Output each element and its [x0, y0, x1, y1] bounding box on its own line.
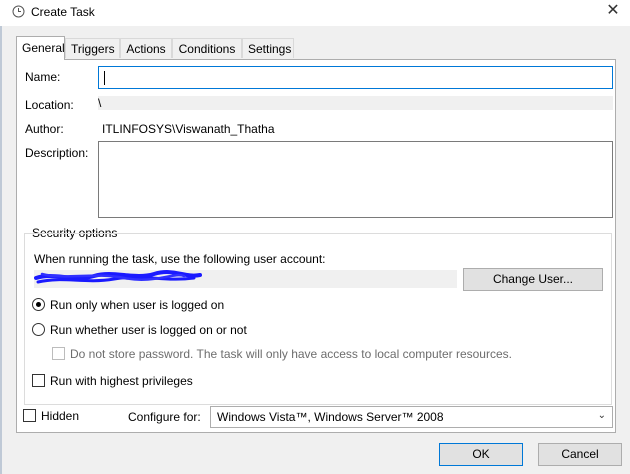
configure-for-select[interactable]: Windows Vista™, Windows Server™ 2008 ⌄: [210, 406, 613, 428]
location-field: [98, 96, 613, 110]
radio-dot: [36, 302, 41, 307]
run-logged-on-radio[interactable]: [32, 298, 45, 311]
ok-button[interactable]: OK: [439, 443, 523, 466]
tab-label: Settings: [248, 42, 292, 56]
tab-label: General: [22, 41, 65, 55]
account-prompt: When running the task, use the following…: [34, 252, 326, 266]
no-store-password-checkbox[interactable]: [52, 347, 65, 360]
configure-for-value: Windows Vista™, Windows Server™ 2008: [217, 410, 444, 424]
description-textarea[interactable]: [98, 141, 613, 218]
configure-for-label: Configure for:: [128, 410, 201, 424]
author-label: Author:: [25, 122, 64, 136]
name-input[interactable]: [98, 66, 613, 89]
name-label: Name:: [25, 70, 61, 84]
window-title: Create Task: [31, 5, 95, 19]
run-whether-logged-radio[interactable]: [32, 323, 45, 336]
tab-label: Triggers: [71, 42, 115, 56]
text-caret: [104, 71, 105, 85]
chevron-down-icon: ⌄: [597, 410, 606, 421]
window-left-edge: [0, 26, 2, 474]
location-label: Location:: [25, 98, 74, 112]
run-whether-logged-label[interactable]: Run whether user is logged on or not: [50, 323, 247, 337]
close-icon[interactable]: ✕: [603, 0, 623, 22]
clock-icon: [12, 5, 25, 18]
hidden-checkbox[interactable]: [23, 409, 36, 422]
highest-privileges-label[interactable]: Run with highest privileges: [50, 374, 193, 388]
highest-privileges-checkbox[interactable]: [32, 374, 45, 387]
tab-triggers[interactable]: Triggers: [65, 38, 120, 58]
author-value: ITLINFOSYS\Viswanath_Thatha: [102, 122, 275, 136]
run-logged-on-label[interactable]: Run only when user is logged on: [50, 298, 224, 312]
hidden-label[interactable]: Hidden: [41, 409, 79, 423]
location-value: \: [98, 96, 102, 110]
tab-label: Conditions: [178, 42, 236, 56]
tab-actions[interactable]: Actions: [120, 38, 172, 58]
change-user-button[interactable]: Change User...: [463, 268, 603, 291]
description-label: Description:: [25, 146, 89, 160]
tab-conditions[interactable]: Conditions: [172, 38, 242, 58]
redacted-username-scribble: [34, 270, 202, 284]
tab-general[interactable]: General: [16, 36, 65, 60]
tab-settings[interactable]: Settings: [242, 38, 294, 58]
cancel-button[interactable]: Cancel: [538, 443, 622, 466]
tab-label: Actions: [126, 42, 166, 56]
no-store-password-label: Do not store password. The task will onl…: [70, 347, 512, 361]
